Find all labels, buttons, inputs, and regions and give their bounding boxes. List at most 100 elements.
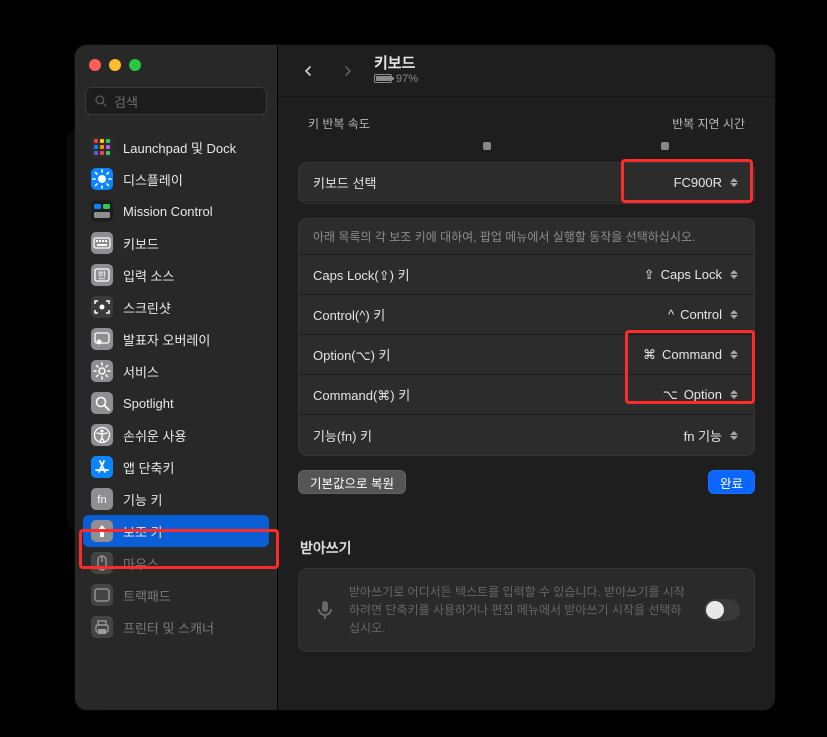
sidebar-item-accessibility[interactable]: 손쉬운 사용 [83, 419, 269, 451]
sidebar-item-label: 디스플레이 [123, 170, 183, 189]
sidebar-item-mission[interactable]: Mission Control [83, 195, 269, 227]
sidebar-item-label: 트랙패드 [123, 586, 171, 605]
modifier-row-label: 기능(fn) 키 [313, 426, 372, 445]
system-settings-window: 검색 Launchpad 및 Dock 디스플레이 Mission Control 키… [75, 45, 775, 710]
back-button[interactable] [294, 57, 322, 85]
sidebar-item-label: Launchpad 및 Dock [123, 138, 236, 157]
sidebar-item-services[interactable]: 서비스 [83, 355, 269, 387]
sidebar-item-screenshot[interactable]: 스크린샷 [83, 291, 269, 323]
delay-slider-knob[interactable] [661, 142, 669, 150]
sidebar-item-trackpad[interactable]: 트랙패드 [83, 579, 269, 611]
svg-text:fn: fn [97, 494, 106, 506]
keyboard-select-popup[interactable]: FC900R [674, 175, 740, 190]
sidebar-item-spotlight[interactable]: Spotlight [83, 387, 269, 419]
modifier-row: Caps Lock(⇪) 키⇪ Caps Lock [299, 255, 754, 295]
sidebar-item-label: 키보드 [123, 234, 159, 253]
search-placeholder: 검색 [114, 92, 138, 111]
modifier-value: fn 기능 [684, 426, 722, 445]
close-button[interactable] [89, 59, 101, 71]
modifier-value-prefix: ⌘ [643, 347, 656, 363]
sidebar-item-label: Spotlight [123, 396, 174, 411]
dictation-panel: 받아쓰기로 어디서든 텍스트를 입력할 수 있습니다. 받아쓰기를 시작하려면 … [298, 568, 755, 652]
chevron-up-down-icon [728, 428, 740, 442]
restore-defaults-button[interactable]: 기본값으로 복원 [298, 470, 406, 494]
sidebar-item-launchpad[interactable]: Launchpad 및 Dock [83, 131, 269, 163]
modifier-row-popup[interactable]: ⇪ Caps Lock [644, 267, 740, 283]
sidebar-item-presenter[interactable]: 발표자 오버레이 [83, 323, 269, 355]
up-icon [91, 520, 113, 542]
modifier-row-popup[interactable]: ^ Control [668, 307, 740, 322]
modifier-row-popup[interactable]: ⌘ Command [643, 347, 740, 363]
microphone-icon [313, 598, 337, 622]
search-icon [94, 94, 108, 108]
button-row: 기본값으로 복원 완료 [298, 470, 755, 494]
modifier-row: Option(⌥) 키 ⌘ Command [299, 335, 754, 375]
content-area: 키 반복 속도 반복 지연 시간 키보드 선택 FC900R 아래 목록의 [278, 97, 775, 672]
header: 키보드 97% [278, 45, 775, 97]
modifier-row-label: Control(^) 키 [313, 305, 385, 324]
zoom-button[interactable] [129, 59, 141, 71]
sidebar-list: Launchpad 및 Dock 디스플레이 Mission Control 키보드한… [75, 123, 277, 710]
sidebar-item-label: 스크린샷 [123, 298, 171, 317]
modifier-value: Option [684, 387, 722, 402]
modifier-value: Command [662, 347, 722, 362]
input-icon: 한 [91, 264, 113, 286]
sidebar-item-label: 손쉬운 사용 [123, 426, 186, 445]
appstore-icon [91, 456, 113, 478]
main-content: 키보드 97% 키 반복 속도 반복 지연 시간 키보드 선택 [278, 45, 775, 710]
sidebar-item-label: 프린터 및 스캐너 [123, 618, 214, 637]
sun-icon [91, 168, 113, 190]
sidebar-item-label: 보조 키 [123, 522, 163, 541]
done-label: 완료 [720, 473, 743, 492]
sidebar-item-modifier[interactable]: 보조 키 [83, 515, 269, 547]
sidebar-item-functionkeys[interactable]: fn 기능 키 [83, 483, 269, 515]
modifier-value: Caps Lock [661, 267, 722, 282]
sidebar: 검색 Launchpad 및 Dock 디스플레이 Mission Control 키… [75, 45, 278, 710]
sidebar-item-input[interactable]: 한입력 소스 [83, 259, 269, 291]
sidebar-item-shortcuts[interactable]: 앱 단축키 [83, 451, 269, 483]
search-input[interactable]: 검색 [85, 87, 267, 115]
keyboard-select-panel: 키보드 선택 FC900R [298, 162, 755, 204]
fn-icon: fn [91, 488, 113, 510]
mission-icon [91, 200, 113, 222]
modifier-row-popup[interactable]: fn 기능 [678, 426, 740, 445]
keyboard-select-value: FC900R [674, 175, 722, 190]
sidebar-item-label: 발표자 오버레이 [123, 330, 210, 349]
key-repeat-slider-knob[interactable] [483, 142, 491, 150]
key-repeat-label: 키 반복 속도 [308, 115, 370, 132]
keyboard-select-label: 키보드 선택 [313, 173, 376, 192]
presenter-icon [91, 328, 113, 350]
sidebar-item-printers[interactable]: 프린터 및 스캐너 [83, 611, 269, 643]
grid-rocket-icon [91, 136, 113, 158]
sidebar-item-label: 서비스 [123, 362, 159, 381]
forward-button[interactable] [334, 57, 362, 85]
search-icon [91, 392, 113, 414]
sidebar-item-keyboard[interactable]: 키보드 [83, 227, 269, 259]
svg-text:한: 한 [98, 271, 106, 281]
window-controls [75, 45, 277, 85]
minimize-button[interactable] [109, 59, 121, 71]
modifier-row-label: Command(⌘) 키 [313, 385, 410, 404]
sidebar-item-mouse[interactable]: 마우스 [83, 547, 269, 579]
modifier-value-prefix: ⌥ [663, 387, 678, 403]
restore-label: 기본값으로 복원 [310, 473, 394, 492]
modifier-row-popup[interactable]: ⌥ Option [663, 387, 740, 403]
dictation-toggle[interactable] [704, 599, 740, 621]
modifier-row-label: Option(⌥) 키 [313, 345, 391, 364]
sidebar-item-label: 기능 키 [123, 490, 163, 509]
gear-icon [91, 360, 113, 382]
sidebar-item-display[interactable]: 디스플레이 [83, 163, 269, 195]
battery-status: 97% [374, 73, 418, 85]
chevron-up-down-icon [728, 176, 740, 190]
sidebar-item-label: 마우스 [123, 554, 159, 573]
chevron-up-down-icon [728, 268, 740, 282]
accessibility-icon [91, 424, 113, 446]
printer-icon [91, 616, 113, 638]
battery-percent: 97% [396, 73, 418, 85]
sidebar-item-label: Mission Control [123, 204, 213, 219]
modifier-hint: 아래 목록의 각 보조 키에 대하여, 팝업 메뉴에서 실행할 동작을 선택하십… [299, 219, 754, 255]
modifier-value-prefix: ^ [668, 307, 674, 322]
done-button[interactable]: 완료 [708, 470, 755, 494]
modifier-keys-panel: 아래 목록의 각 보조 키에 대하여, 팝업 메뉴에서 실행할 동작을 선택하십… [298, 218, 755, 456]
chevron-up-down-icon [728, 388, 740, 402]
